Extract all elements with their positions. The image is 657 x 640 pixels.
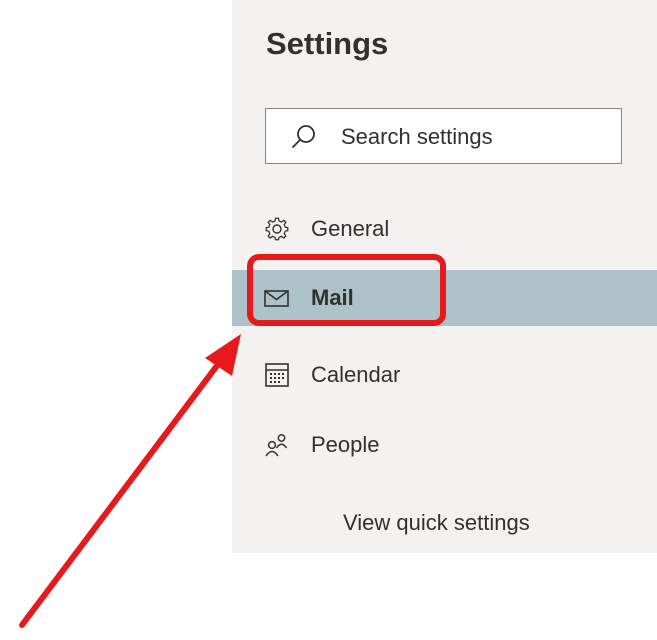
nav-item-calendar[interactable]: Calendar	[232, 347, 657, 403]
search-input[interactable]: Search settings	[265, 108, 622, 164]
page-title: Settings	[266, 26, 389, 61]
search-placeholder: Search settings	[341, 124, 493, 149]
gear-icon	[265, 217, 289, 241]
screenshot-stage: Settings Search settings General Mail Ca…	[0, 0, 657, 640]
people-icon	[265, 434, 288, 457]
nav-item-general[interactable]: General	[232, 201, 657, 257]
nav-item-people[interactable]: People	[232, 417, 657, 473]
search-icon	[292, 125, 315, 148]
view-quick-settings-link[interactable]: View quick settings	[343, 510, 530, 536]
calendar-icon	[265, 363, 289, 387]
nav-label-calendar: Calendar	[311, 362, 401, 387]
nav-label-people: People	[311, 432, 380, 457]
annotation-highlight-box	[247, 254, 446, 326]
nav-label-general: General	[311, 216, 390, 241]
